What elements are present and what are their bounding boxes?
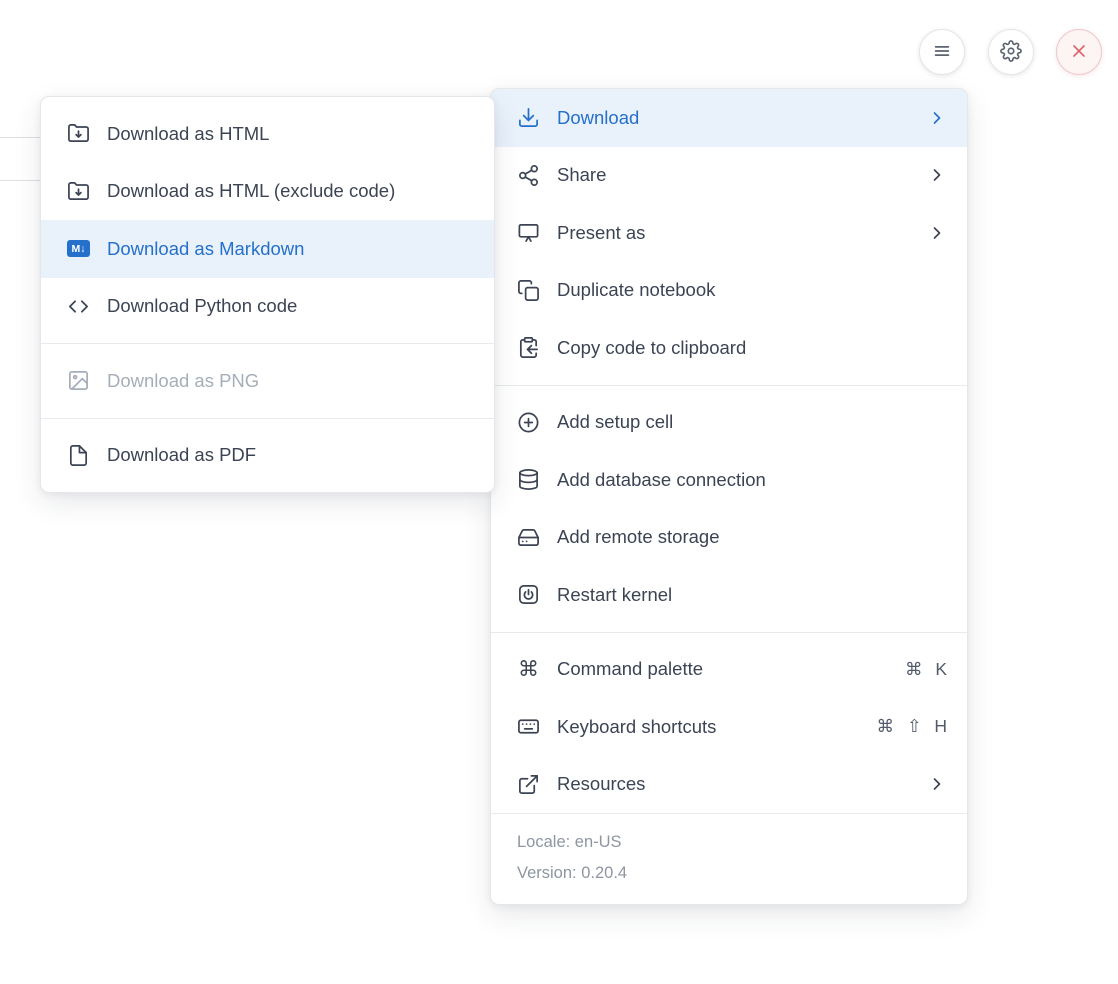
menu-item-duplicate-notebook[interactable]: Duplicate notebook	[491, 262, 967, 320]
image-icon	[67, 369, 90, 392]
menu-item-label: Add remote storage	[557, 526, 947, 548]
menu-item-add-remote-storage[interactable]: Add remote storage	[491, 509, 967, 567]
menu-item-present-as[interactable]: Present as	[491, 204, 967, 262]
menu-item-label: Resources	[557, 773, 910, 795]
menu-item-label: Copy code to clipboard	[557, 337, 947, 359]
power-icon	[517, 583, 540, 606]
settings-button[interactable]	[988, 29, 1034, 75]
menu-divider	[41, 418, 494, 419]
notebook-actions-menu: Download Share Present as Duplicate note…	[490, 88, 968, 905]
menu-item-label: Download as PNG	[107, 370, 474, 392]
menu-item-resources[interactable]: Resources	[491, 756, 967, 814]
menu-item-label: Download as PDF	[107, 444, 474, 466]
menu-item-command-palette[interactable]: ⌘ Command palette ⌘ K	[491, 641, 967, 699]
close-icon	[1068, 40, 1090, 65]
menu-item-label: Download as HTML	[107, 123, 474, 145]
chevron-right-icon	[927, 108, 947, 128]
shortcut-hint: ⌘ K	[905, 659, 947, 680]
menu-item-label: Present as	[557, 222, 910, 244]
menu-footer: Locale: en-US Version: 0.20.4	[491, 813, 967, 904]
download-submenu: Download as HTML Download as HTML (exclu…	[40, 96, 495, 493]
background-cell-edge	[0, 137, 41, 181]
menu-item-label: Download as Markdown	[107, 238, 474, 260]
hard-drive-icon	[517, 526, 540, 549]
menu-item-download[interactable]: Download	[491, 89, 967, 147]
menu-item-label: Duplicate notebook	[557, 279, 947, 301]
menu-item-add-database-connection[interactable]: Add database connection	[491, 451, 967, 509]
version-text: Version: 0.20.4	[517, 858, 941, 889]
command-icon: ⌘	[517, 658, 540, 681]
menu-item-label: Restart kernel	[557, 584, 947, 606]
submenu-item-download-pdf[interactable]: Download as PDF	[41, 427, 494, 485]
shortcut-hint: ⌘ ⇧ H	[876, 716, 947, 737]
menu-item-label: Add setup cell	[557, 411, 947, 433]
menu-item-label: Download	[557, 107, 910, 129]
markdown-icon: M↓	[67, 237, 90, 260]
submenu-item-download-png[interactable]: Download as PNG	[41, 352, 494, 410]
chevron-right-icon	[927, 774, 947, 794]
download-icon	[517, 106, 540, 129]
menu-item-label: Add database connection	[557, 469, 947, 491]
submenu-item-download-html[interactable]: Download as HTML	[41, 105, 494, 163]
clipboard-copy-icon	[517, 336, 540, 359]
plus-circle-icon	[517, 411, 540, 434]
file-icon	[67, 444, 90, 467]
submenu-item-download-html-exclude-code[interactable]: Download as HTML (exclude code)	[41, 163, 494, 221]
code-icon	[67, 295, 90, 318]
menu-item-label: Keyboard shortcuts	[557, 716, 859, 738]
menu-divider	[491, 385, 967, 386]
menu-item-keyboard-shortcuts[interactable]: Keyboard shortcuts ⌘ ⇧ H	[491, 698, 967, 756]
close-button[interactable]	[1056, 29, 1102, 75]
locale-text: Locale: en-US	[517, 827, 941, 858]
notebook-menu-button[interactable]	[919, 29, 965, 75]
chevron-right-icon	[927, 223, 947, 243]
database-icon	[517, 468, 540, 491]
markdown-badge: M↓	[67, 240, 90, 257]
menu-item-restart-kernel[interactable]: Restart kernel	[491, 566, 967, 624]
folder-down-icon	[67, 180, 90, 203]
hamburger-icon	[931, 40, 953, 65]
menu-item-copy-code[interactable]: Copy code to clipboard	[491, 319, 967, 377]
gear-icon	[1000, 40, 1022, 65]
chevron-right-icon	[927, 165, 947, 185]
present-icon	[517, 221, 540, 244]
keyboard-icon	[517, 715, 540, 738]
menu-item-share[interactable]: Share	[491, 147, 967, 205]
submenu-item-download-markdown[interactable]: M↓ Download as Markdown	[41, 220, 494, 278]
menu-divider	[41, 343, 494, 344]
menu-item-add-setup-cell[interactable]: Add setup cell	[491, 394, 967, 452]
copy-icon	[517, 279, 540, 302]
menu-item-label: Share	[557, 164, 910, 186]
external-link-icon	[517, 773, 540, 796]
menu-item-label: Download as HTML (exclude code)	[107, 180, 474, 202]
menu-divider	[491, 632, 967, 633]
folder-down-icon	[67, 122, 90, 145]
menu-item-label: Command palette	[557, 658, 888, 680]
share-icon	[517, 164, 540, 187]
menu-item-label: Download Python code	[107, 295, 474, 317]
submenu-item-download-python[interactable]: Download Python code	[41, 278, 494, 336]
